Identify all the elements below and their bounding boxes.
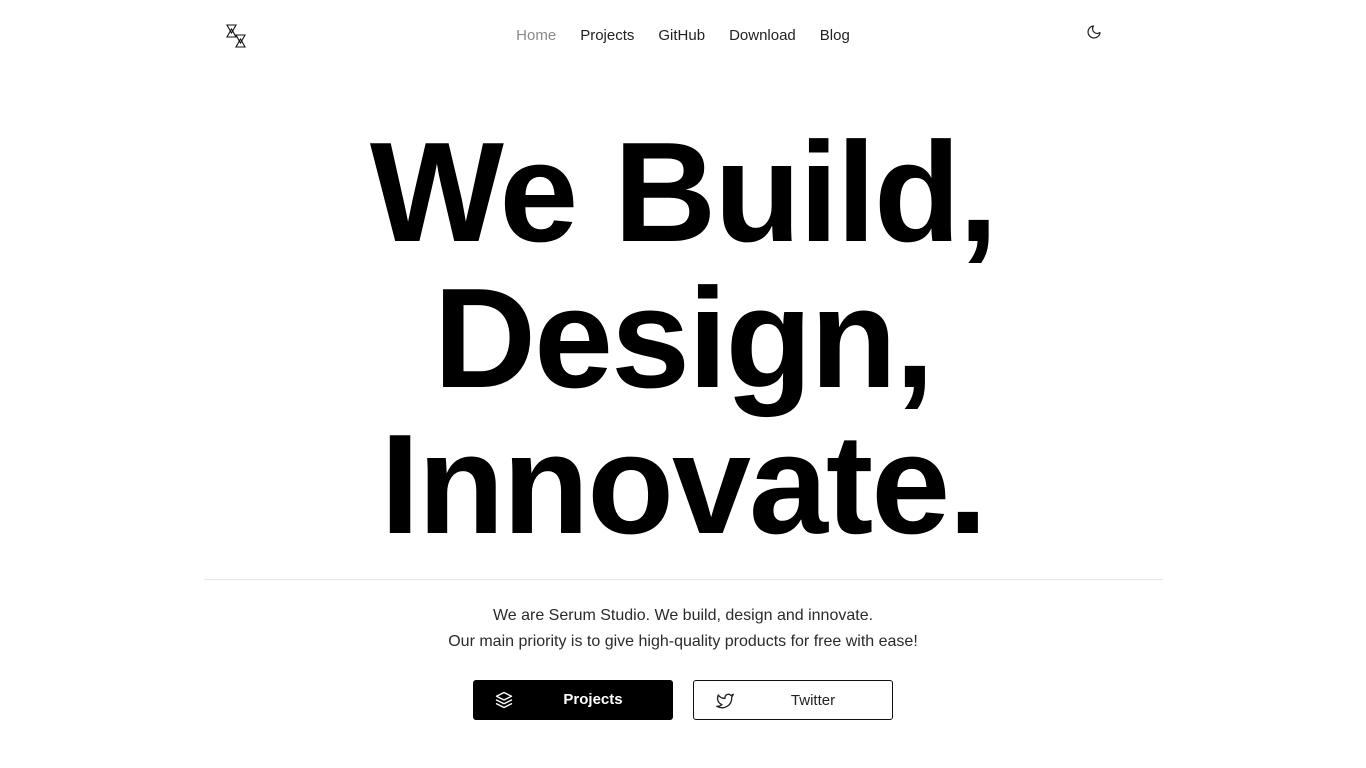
landing-page: Home Projects GitHub Download Blog We Bu…: [0, 0, 1366, 768]
nav-link-download[interactable]: Download: [729, 26, 796, 46]
tagline-line-2: Our main priority is to give high-qualit…: [448, 633, 918, 650]
twitter-icon: [716, 693, 734, 709]
nav-link-github[interactable]: GitHub: [658, 26, 705, 46]
hero-line-1: We Build,: [369, 113, 998, 272]
layers-icon: [495, 691, 513, 709]
nav-link-home[interactable]: Home: [516, 26, 556, 46]
hero-line-3: Innovate.: [380, 405, 987, 564]
projects-button-label: Projects: [563, 691, 623, 708]
theme-toggle-button[interactable]: [1084, 22, 1104, 42]
projects-button[interactable]: Projects: [473, 680, 673, 720]
hero-headline: We Build, Design, Innovate.: [0, 120, 1366, 558]
nav-link-blog[interactable]: Blog: [820, 26, 850, 46]
hero-line-2: Design,: [433, 259, 935, 418]
tagline: We are Serum Studio. We build, design an…: [0, 603, 1366, 655]
nav-link-projects[interactable]: Projects: [580, 26, 634, 46]
moon-icon: [1087, 25, 1101, 39]
twitter-button[interactable]: Twitter: [693, 680, 893, 720]
twitter-button-label: Twitter: [790, 692, 836, 709]
divider: [204, 579, 1163, 580]
tagline-line-1: We are Serum Studio. We build, design an…: [492, 607, 874, 624]
main-nav: Home Projects GitHub Download Blog: [0, 26, 1366, 46]
